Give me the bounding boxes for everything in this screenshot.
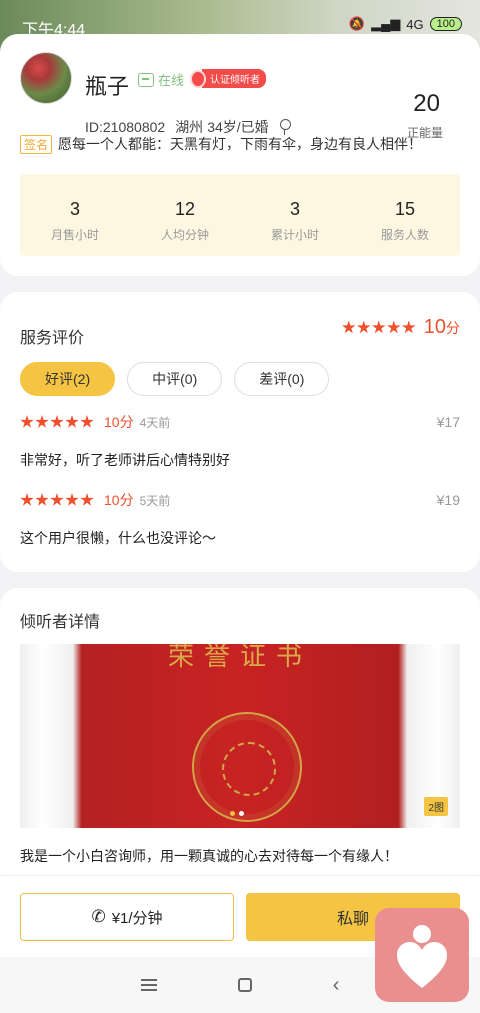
star-icon	[387, 320, 401, 334]
medal-icon	[190, 69, 206, 88]
stat-value: 12	[174, 199, 196, 219]
stat-avg-minutes: 12 人均分钟	[130, 174, 240, 256]
details-card: 倾听者详情 荣誉证书 2图 我是一个小白咨询师，用一颗真诚的心去对待每一个有缘人…	[0, 588, 480, 888]
online-status: 在线	[138, 70, 184, 89]
back-icon[interactable]: ‹	[333, 974, 340, 997]
stat-value: 15	[394, 199, 416, 219]
certified-badge: 认证倾听者	[190, 69, 266, 88]
overall-rating: 10分	[342, 316, 460, 339]
certified-label: 认证倾听者	[202, 69, 266, 88]
certificate-photo[interactable]: 荣誉证书 2图	[20, 644, 460, 828]
stats-panel: 3 月售小时 12 人均分钟 3 累计小时 15 服务人数	[20, 174, 460, 256]
review-stars	[20, 415, 94, 429]
star-icon	[65, 493, 79, 506]
review-filter-tabs: 好评(2) 中评(0) 差评(0)	[20, 362, 330, 396]
star-icon	[80, 415, 94, 428]
stat-value: 3	[289, 199, 300, 219]
review-score: 10分	[104, 492, 134, 508]
signature-tag: 签名	[20, 134, 53, 154]
tab-negative[interactable]: 差评(0)	[234, 362, 330, 396]
energy-value: 20	[413, 90, 440, 117]
review-text: 非常好，听了老师讲后心情特别好	[20, 452, 230, 468]
star-icon	[342, 320, 356, 334]
review-item: 10分 5天前 ¥19 这个用户很懒，什么也没评论～	[20, 490, 460, 548]
details-title: 倾听者详情	[20, 614, 101, 631]
signal-icon: ▂▄▆	[371, 16, 401, 31]
status-icons: 🔕 ▂▄▆ 4G 100	[349, 16, 462, 32]
female-icon	[279, 119, 291, 135]
tab-neutral[interactable]: 中评(0)	[127, 362, 223, 396]
mute-icon: 🔕	[348, 16, 366, 31]
review-item: 10分 4天前 ¥17 非常好，听了老师讲后心情特别好	[20, 412, 460, 470]
network-type: 4G	[406, 16, 424, 32]
carousel-dots	[230, 811, 244, 816]
review-head: 10分 5天前 ¥19	[20, 490, 460, 510]
star-icon	[20, 493, 34, 506]
chat-bubble-icon	[138, 72, 154, 87]
star-icon	[35, 415, 49, 428]
heart-icon	[397, 942, 447, 988]
listener-intro: 我是一个小白咨询师，用一颗真诚的心去对待每一个有缘人！	[20, 848, 398, 864]
stat-label: 月售小时	[50, 228, 99, 242]
phone-icon: ✆	[91, 907, 106, 926]
stat-monthly-hours: 3 月售小时	[20, 174, 130, 256]
review-text: 这个用户很懒，什么也没评论～	[20, 530, 216, 546]
battery-icon: 100	[429, 17, 462, 31]
stat-served-count: 15 服务人数	[350, 174, 460, 256]
certificate-seal	[192, 712, 302, 822]
home-icon[interactable]	[237, 978, 252, 992]
review-time: 4天前	[139, 415, 171, 430]
stat-label: 累计小时	[270, 228, 319, 242]
star-icon	[402, 320, 416, 334]
signature-text: 愿每一个人都能：天黑有灯，下雨有伞，身边有良人相伴！	[58, 136, 423, 152]
overall-score-unit: 分	[446, 320, 460, 336]
star-icon	[50, 493, 64, 506]
review-head: 10分 4天前 ¥17	[20, 412, 460, 432]
stat-label: 服务人数	[380, 228, 429, 242]
overall-stars	[342, 320, 416, 335]
reviews-title: 服务评价	[20, 330, 85, 347]
star-icon	[80, 493, 94, 506]
floating-heart-button[interactable]	[375, 908, 469, 1002]
reviews-card: 服务评价 10分 好评(2) 中评(0) 差评(0) 10分 4天前 ¥17 非…	[0, 292, 480, 572]
listener-name: 瓶子	[85, 74, 130, 99]
stat-total-hours: 3 累计小时	[240, 174, 350, 256]
listener-id: ID:21080802	[85, 119, 166, 135]
recent-apps-icon[interactable]	[140, 979, 157, 991]
review-time: 5天前	[139, 493, 171, 508]
carousel-dot[interactable]	[230, 811, 235, 816]
photo-count-badge: 2图	[424, 797, 448, 816]
star-icon	[35, 493, 49, 506]
online-label: 在线	[158, 73, 185, 88]
overall-score-value: 10	[423, 316, 446, 338]
carousel-dot-active[interactable]	[239, 811, 244, 816]
signature-line: 签名 愿每一个人都能：天黑有灯，下雨有伞，身边有良人相伴！	[20, 134, 422, 154]
star-icon	[20, 415, 34, 428]
profile-card: 瓶子 在线 认证倾听者 20 正能量 ID:21080802 湖州 34岁/已婚…	[0, 34, 480, 276]
call-button[interactable]: ✆ ¥1/分钟	[20, 893, 234, 941]
star-icon	[372, 320, 386, 334]
review-score: 10分	[104, 414, 134, 430]
call-price-label: ¥1/分钟	[111, 909, 163, 927]
review-price: ¥17	[436, 414, 460, 430]
stat-label: 人均分钟	[160, 228, 209, 242]
overall-score: 10分	[424, 316, 460, 339]
avatar[interactable]	[20, 52, 72, 104]
star-icon	[50, 415, 64, 428]
star-icon	[357, 320, 371, 334]
heart-person-icon	[413, 925, 431, 943]
stat-value: 3	[69, 199, 80, 219]
tab-positive[interactable]: 好评(2)	[20, 362, 116, 396]
review-stars	[20, 493, 94, 507]
star-icon	[65, 415, 79, 428]
review-price: ¥19	[436, 492, 460, 508]
certificate-title: 荣誉证书	[167, 644, 312, 672]
